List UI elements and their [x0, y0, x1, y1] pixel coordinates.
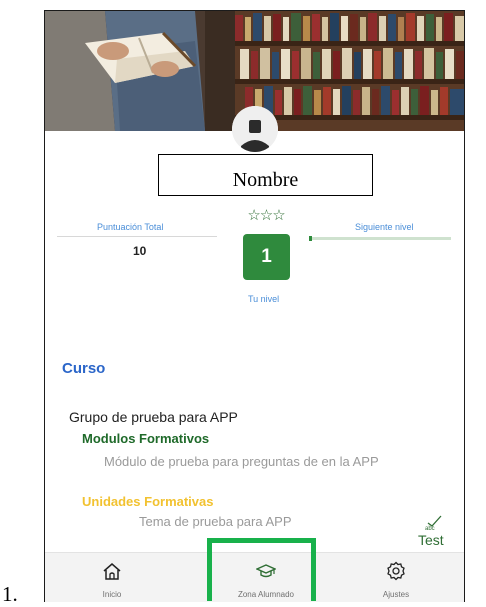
- bottom-navigation: Inicio Zona Alumnado Ajustes: [45, 552, 464, 602]
- nav-settings[interactable]: Ajustes: [341, 553, 451, 602]
- total-score-label: Puntuación Total: [97, 222, 164, 232]
- app-screen: Nombre Puntuación Total 10 ☆☆☆ 1 Tu nive…: [44, 10, 465, 602]
- next-level-progress-fill: [309, 236, 312, 241]
- nav-home-label: Inicio: [102, 590, 122, 599]
- profile-name: Nombre: [158, 154, 373, 196]
- next-level-progress-bar: [309, 236, 451, 241]
- nav-student-zone[interactable]: Zona Alumnado: [211, 553, 321, 602]
- module-item[interactable]: Módulo de prueba para preguntas de en la…: [104, 454, 454, 470]
- nav-home[interactable]: Inicio: [57, 553, 167, 602]
- course-group-name: Grupo de prueba para APP: [69, 409, 238, 425]
- level-stars-icon: ☆☆☆: [247, 207, 285, 224]
- score-divider: [57, 236, 217, 237]
- user-icon: [232, 106, 278, 152]
- level-label: Tu nivel: [248, 294, 280, 304]
- units-section-title: Unidades Formativas: [82, 494, 214, 509]
- user-avatar[interactable]: [232, 106, 278, 152]
- next-level-label: Siguiente nivel: [355, 222, 414, 232]
- course-title: Curso: [62, 360, 106, 377]
- total-score-value: 10: [133, 244, 147, 258]
- gear-icon: [387, 561, 405, 581]
- test-button[interactable]: Test: [418, 532, 444, 548]
- graduation-cap-icon: [256, 564, 276, 578]
- nav-student-zone-label: Zona Alumnado: [237, 590, 295, 599]
- svg-text:abc: abc: [425, 526, 435, 531]
- unit-item[interactable]: Tema de prueba para APP: [139, 514, 292, 529]
- home-icon: [103, 563, 121, 580]
- modules-section-title: Modulos Formativos: [82, 431, 210, 446]
- nav-settings-label: Ajustes: [382, 590, 410, 599]
- level-badge: 1: [243, 234, 290, 280]
- spellcheck-icon[interactable]: abc: [424, 511, 444, 531]
- list-marker: 1.: [2, 582, 18, 606]
